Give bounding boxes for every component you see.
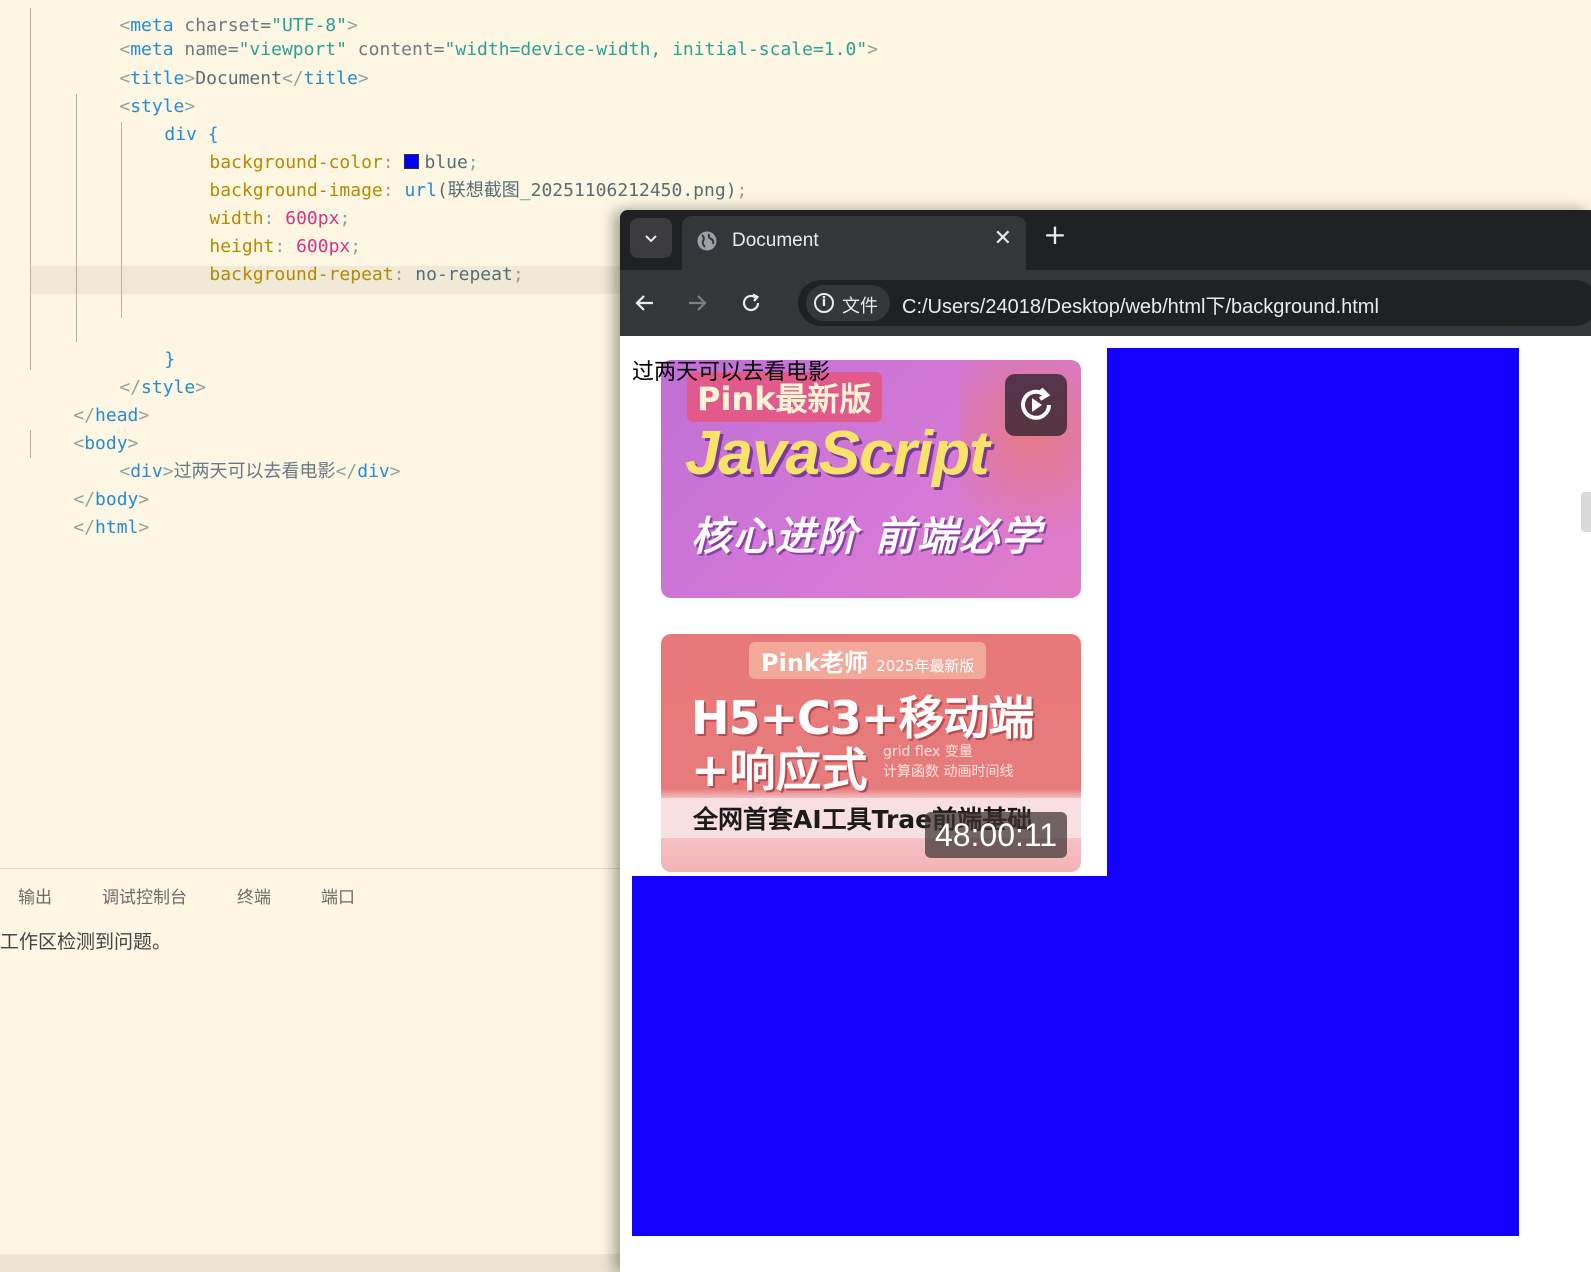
site-info-chip[interactable]: i 文件 [806,285,890,321]
video-duration: 48:00:11 [925,812,1067,858]
thumbnail-title: JavaScript [685,419,990,488]
panel-tabs: 输出 调试控制台 终端 端口 [10,883,363,908]
code-token: : [393,264,416,285]
panel-tab-output[interactable]: 输出 [10,883,60,908]
chevron-down-icon [645,235,657,243]
tags-line: 计算函数 动画时间线 [883,764,1014,780]
code-token: </ [73,517,96,538]
code-line-title[interactable]: <title>Document</title> [0,37,1591,89]
code-line-meta-viewport[interactable]: <meta name="viewport" content="width=dev… [0,8,1591,60]
forward-button[interactable] [680,286,714,320]
tab-strip: Document ✕ + [620,210,1591,270]
thumbnail-title-line2: +响应式 [691,743,868,797]
tab-search-button[interactable] [630,218,672,258]
site-info-label: 文件 [842,296,878,317]
code-token: no-repeat [415,264,513,285]
new-tab-button[interactable]: + [1038,218,1072,251]
problems-message: 工作区检测到问题。 [0,931,172,953]
thumbnail-tags: grid flex 变量 计算函数 动画时间线 [883,742,1013,782]
code-line-background-image[interactable]: background-image: url(联想截图_2025110621245… [0,149,1591,201]
tab-document[interactable]: Document ✕ [682,216,1026,270]
page-viewport: Pink最新版 JavaScript 核心进阶 前端必学 Pink老师 2025… [620,336,1591,1272]
background-image: Pink最新版 JavaScript 核心进阶 前端必学 Pink老师 2025… [632,348,1107,876]
address-bar[interactable]: i 文件 C:/Users/24018/Desktop/web/html下/ba… [798,280,1591,326]
styled-div: Pink最新版 JavaScript 核心进阶 前端必学 Pink老师 2025… [632,348,1519,1236]
code-line-style-open[interactable]: <style> [0,65,1591,117]
code-token: > [138,517,150,538]
course-thumbnail-javascript: Pink最新版 JavaScript 核心进阶 前端必学 [661,360,1081,598]
badge-year: 2025年最新版 [876,657,975,675]
tab-title: Document [732,230,819,251]
code-token: background-repeat [209,264,394,285]
replay-icon [1021,387,1051,420]
panel-tab-terminal[interactable]: 终端 [229,883,279,908]
code-token: ; [512,264,524,285]
close-icon[interactable]: ✕ [994,226,1012,251]
code-line-width[interactable]: width: 600px; [0,177,1591,229]
thumbnail-badge: Pink老师 2025年最新版 [749,642,987,679]
browser-toolbar: i 文件 C:/Users/24018/Desktop/web/html下/ba… [620,270,1591,336]
arrow-right-icon [689,295,707,311]
replay-button [1005,374,1067,436]
thumbnail-subtitle: 核心进阶 前端必学 [691,514,1043,560]
course-thumbnail-h5c3: Pink老师 2025年最新版 H5+C3+移动端 +响应式 grid flex… [661,634,1081,872]
code-line-selector[interactable]: div { [0,93,1591,145]
back-button[interactable] [628,286,662,320]
browser-window: Document ✕ + i 文件 C:/Users/24018/Desktop… [620,210,1591,1272]
tags-line: grid flex 变量 [883,744,973,760]
div-text: 过两天可以去看电影 [632,360,831,385]
reload-icon [742,293,760,312]
arrow-left-icon [635,295,653,311]
panel-tab-debug-console[interactable]: 调试控制台 [94,883,195,908]
panel-tab-ports[interactable]: 端口 [313,883,363,908]
globe-icon [697,231,717,251]
code-token: html [95,517,139,538]
scrollbar-edge[interactable] [1581,492,1591,532]
badge-name: Pink老师 [761,649,868,677]
reload-button[interactable] [734,286,768,320]
url-text[interactable]: C:/Users/24018/Desktop/web/html下/backgro… [902,290,1379,319]
info-icon: i [814,293,834,313]
horizontal-scrollbar[interactable] [0,1254,620,1272]
code-line-background-color[interactable]: background-color: blue; [0,121,1591,173]
